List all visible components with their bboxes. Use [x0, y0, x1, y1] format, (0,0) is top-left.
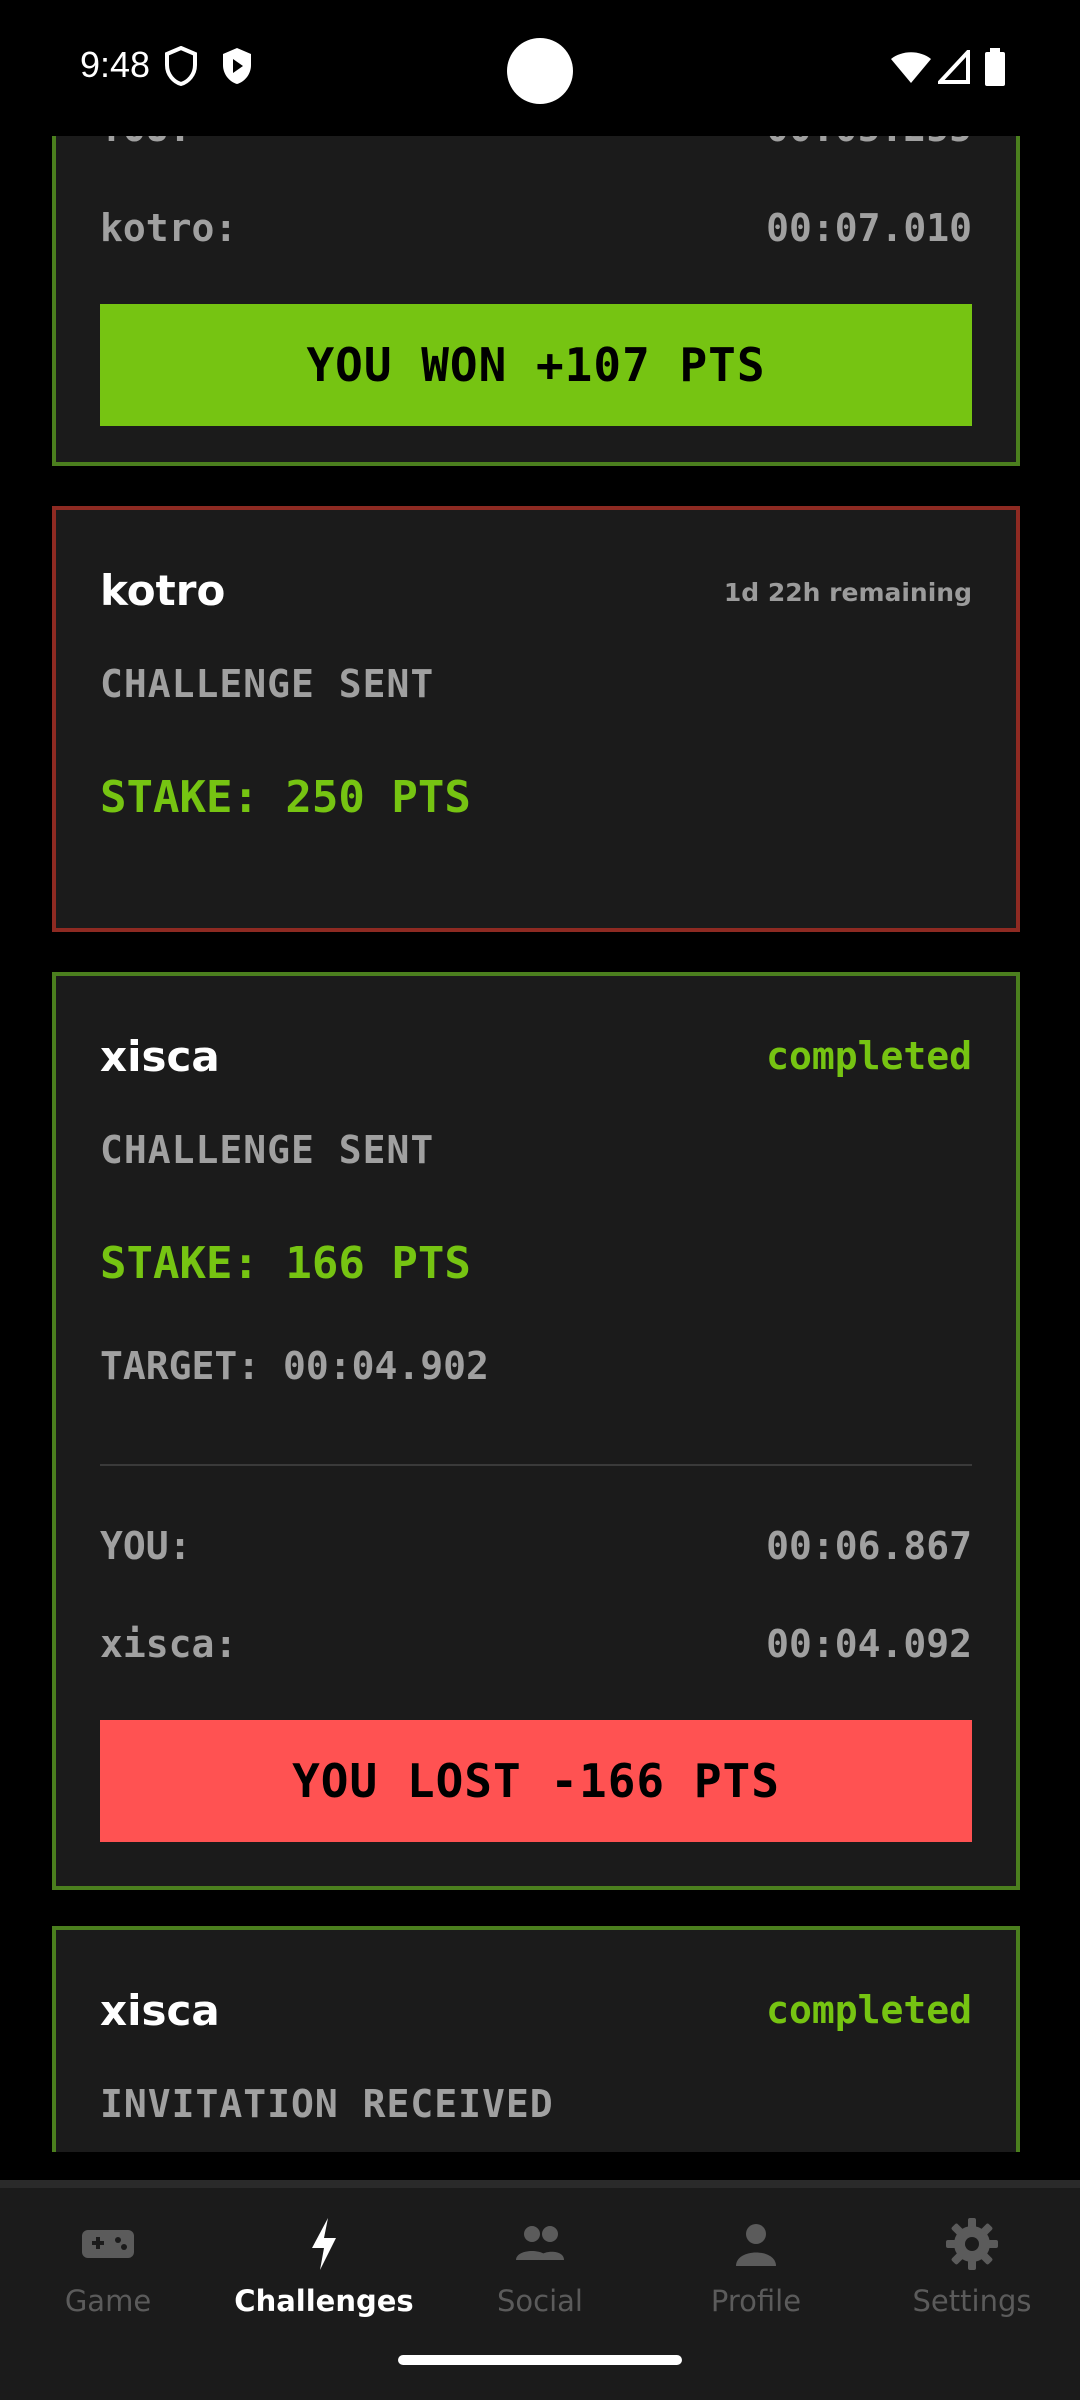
status-time: 9:48 — [80, 44, 151, 85]
result-banner-loss: YOU LOST -166 PTS — [100, 1720, 972, 1842]
divider — [100, 1464, 972, 1466]
nav-label-social: Social — [497, 2284, 583, 2318]
stake-amount: STAKE: 166 PTS — [100, 1238, 471, 1289]
camera-cutout — [507, 38, 573, 104]
opponent-name: xisca — [100, 1986, 220, 2035]
people-icon — [516, 2226, 564, 2260]
challenge-type: CHALLENGE SENT — [100, 662, 435, 706]
challenge-card[interactable]: YOU: 00:05.255 kotro: 00:07.010 YOU WON … — [52, 136, 1020, 466]
nav-label-profile: Profile — [710, 2284, 802, 2318]
result-banner-win: YOU WON +107 PTS — [100, 304, 972, 426]
challenge-type: INVITATION RECEIVED — [100, 2082, 554, 2126]
opponent-name: xisca — [100, 1032, 220, 1081]
nav-item-settings[interactable]: Settings — [864, 2214, 1080, 2334]
nav-label-game: Game — [64, 2284, 152, 2318]
home-indicator[interactable] — [398, 2355, 682, 2365]
challenge-type: CHALLENGE SENT — [100, 1128, 435, 1172]
bottom-nav: Game Challenges Social Profile Settings — [0, 2180, 1080, 2400]
challenge-card[interactable]: xisca completed INVITATION RECEIVED — [52, 1926, 1020, 2152]
nav-item-challenges[interactable]: Challenges — [216, 2214, 432, 2334]
wifi-icon — [890, 50, 932, 88]
nav-label-challenges: Challenges — [234, 2284, 414, 2318]
battery-icon — [984, 48, 1006, 90]
nav-label-settings: Settings — [912, 2284, 1032, 2318]
status-bar: 9:48 — [0, 0, 1080, 136]
stake-amount: STAKE: 250 PTS — [100, 772, 471, 823]
play-protect-icon — [220, 46, 254, 90]
you-label: YOU: — [100, 136, 192, 150]
challenge-card[interactable]: xisca completed CHALLENGE SENT STAKE: 16… — [52, 972, 1020, 1890]
opponent-time: 00:07.010 — [766, 206, 972, 250]
status-badge: completed — [766, 1988, 972, 2032]
time-remaining: 1d 22h remaining — [723, 578, 972, 607]
challenge-card[interactable]: kotro 1d 22h remaining CHALLENGE SENT ST… — [52, 506, 1020, 932]
opponent-time: 00:04.092 — [766, 1622, 972, 1666]
challenges-list[interactable]: YOU: 00:05.255 kotro: 00:07.010 YOU WON … — [0, 136, 1080, 2152]
target-time: TARGET: 00:04.902 — [100, 1344, 489, 1388]
person-icon — [736, 2224, 776, 2266]
nav-item-profile[interactable]: Profile — [648, 2214, 864, 2334]
you-label: YOU: — [100, 1524, 192, 1568]
opponent-label: kotro: — [100, 206, 238, 250]
you-time: 00:06.867 — [766, 1524, 972, 1568]
nav-item-social[interactable]: Social — [432, 2214, 648, 2334]
opponent-label: xisca: — [100, 1622, 238, 1666]
status-badge: completed — [766, 1034, 972, 1078]
signal-icon — [935, 46, 970, 88]
you-time: 00:05.255 — [766, 136, 972, 150]
gamepad-icon — [82, 2230, 134, 2258]
nav-item-game[interactable]: Game — [0, 2214, 216, 2334]
shield-icon — [164, 45, 198, 90]
gear-icon — [946, 2218, 998, 2270]
bolt-icon — [312, 2218, 336, 2270]
opponent-name: kotro — [100, 566, 226, 615]
